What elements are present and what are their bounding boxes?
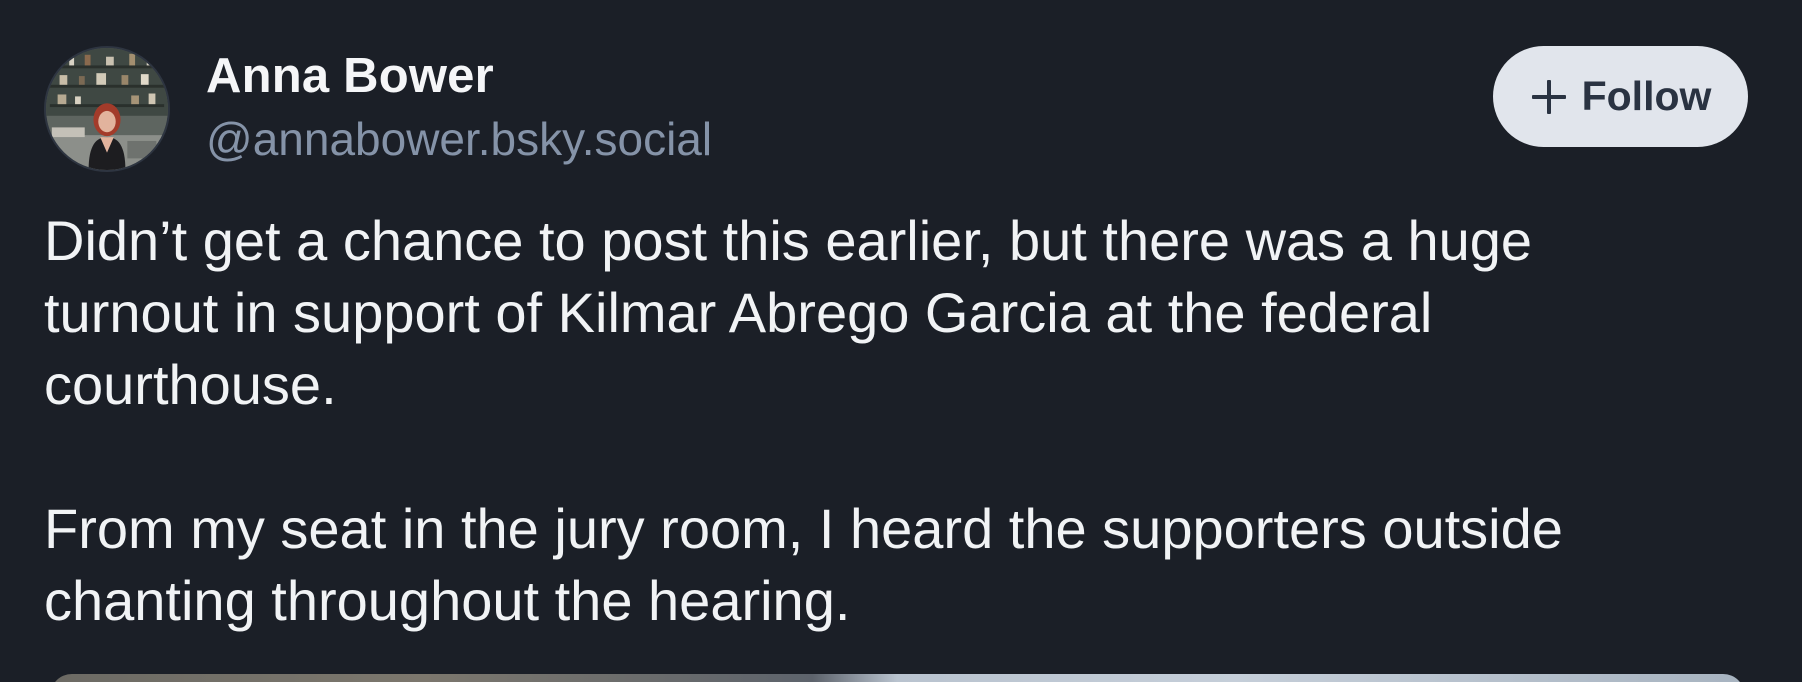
author-avatar[interactable]	[44, 46, 170, 172]
post-text-line: From my seat in the jury room, I heard t…	[44, 497, 1563, 560]
post-text-line: turnout in support of Kilmar Abrego Garc…	[44, 281, 1433, 344]
author-display-name[interactable]: Anna Bower	[206, 48, 494, 104]
post-text: Didn’t get a chance to post this earlier…	[44, 205, 1744, 637]
follow-label: Follow	[1581, 73, 1712, 119]
post-text-line: courthouse.	[44, 353, 337, 416]
post-text-line: Didn’t get a chance to post this earlier…	[44, 209, 1533, 272]
post-text-line: chanting throughout the hearing.	[44, 569, 851, 632]
follow-button[interactable]: Follow	[1493, 46, 1748, 147]
post-card: Anna Bower @annabower.bsky.social Follow…	[0, 0, 1802, 682]
author-handle[interactable]: @annabower.bsky.social	[206, 112, 712, 166]
post-image-preview[interactable]	[50, 674, 1745, 682]
plus-icon	[1531, 79, 1566, 114]
avatar-photo	[46, 48, 168, 170]
